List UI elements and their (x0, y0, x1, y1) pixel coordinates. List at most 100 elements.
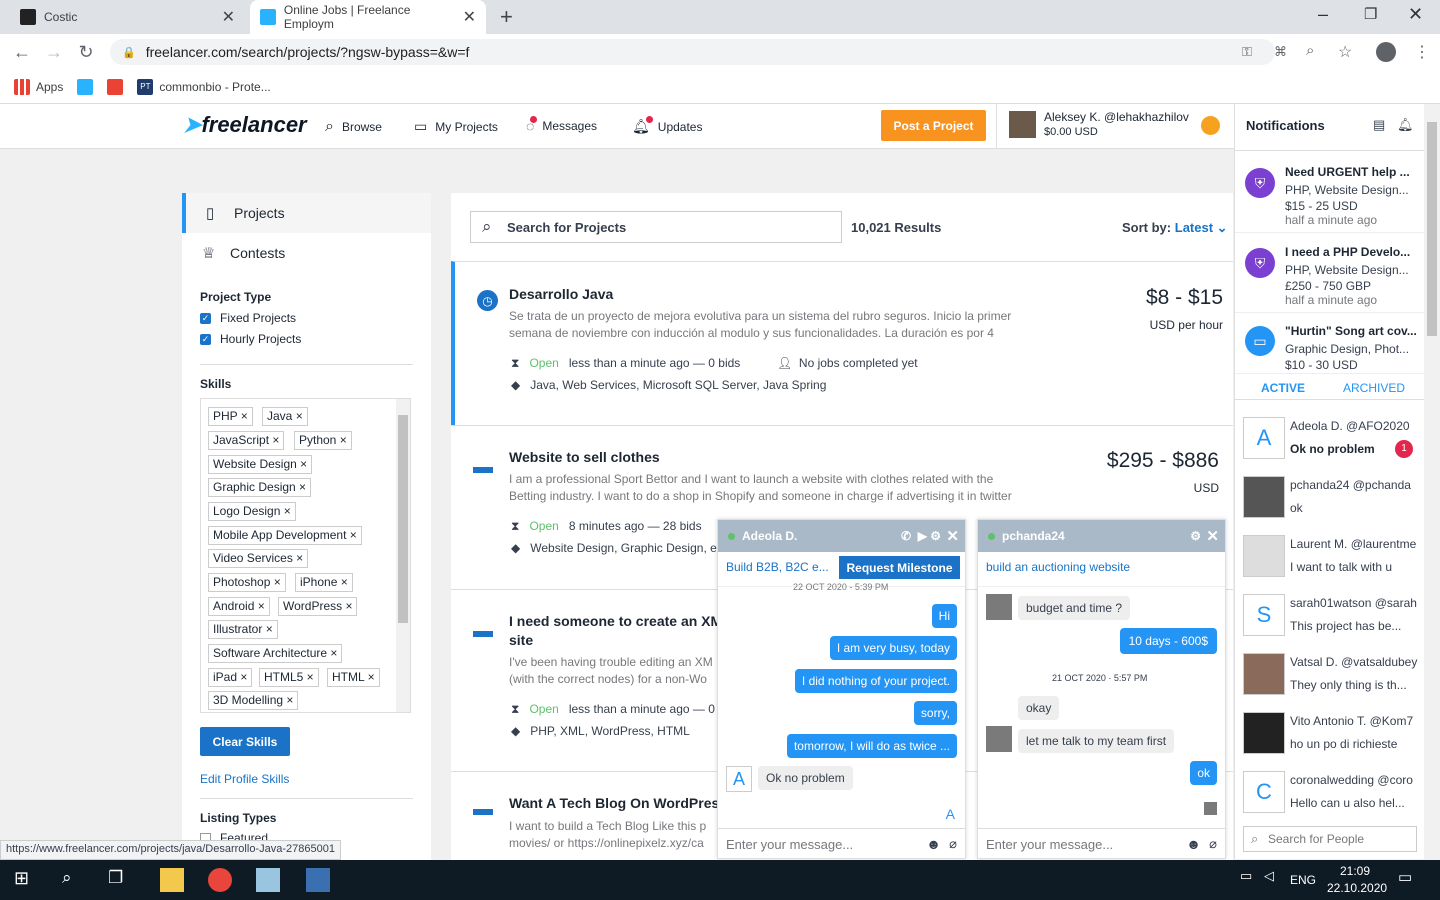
skill-chip[interactable]: Java × (262, 407, 308, 426)
chat-message-input[interactable]: Enter your message... (986, 837, 1113, 852)
skill-chip[interactable]: 3D Modelling × (208, 691, 299, 710)
zoom-icon[interactable]: ⌕ (1306, 42, 1314, 59)
fixed-projects-checkbox[interactable]: ✓ Fixed Projects (200, 311, 296, 325)
file-explorer-icon[interactable] (160, 868, 184, 892)
close-icon[interactable]: ✕ (1206, 527, 1219, 545)
windows-start-icon[interactable]: ⊞ (14, 868, 38, 892)
close-tab-icon[interactable]: ✕ (222, 7, 235, 27)
profile-icon[interactable] (1376, 42, 1396, 62)
forward-icon[interactable]: → (42, 42, 66, 63)
emoji-icon[interactable]: ☻ (1186, 836, 1201, 852)
inbox-icon[interactable]: ▤ (1373, 117, 1385, 133)
skill-chip[interactable]: iPhone × (295, 573, 353, 592)
app-icon[interactable] (306, 868, 330, 892)
bookmark-commonbio[interactable]: PT commonbio - Prote... (137, 78, 271, 95)
search-people-input[interactable]: ⌕ Search for People (1243, 826, 1417, 852)
attach-icon[interactable]: ⌀ (1209, 836, 1217, 852)
contact-item[interactable]: Laurent M. @laurentme I want to talk wit… (1235, 527, 1425, 585)
bell-icon[interactable]: 🔔︎ (1397, 117, 1414, 133)
skill-chip[interactable]: Illustrator × (208, 620, 278, 639)
volume-muted-icon[interactable]: ◁ (1264, 868, 1288, 892)
gear-icon[interactable]: ⚙ (930, 529, 941, 543)
chat-project-link[interactable]: Build B2B, B2C e... (726, 560, 829, 574)
project-title[interactable]: Website to sell clothes (509, 449, 660, 465)
tab-active[interactable]: ACTIVE (1261, 381, 1305, 395)
close-tab-icon[interactable]: ✕ (463, 7, 476, 27)
hourly-projects-checkbox[interactable]: ✓ Hourly Projects (200, 332, 301, 346)
skill-chip[interactable]: Website Design × (208, 455, 313, 474)
notification-item[interactable]: ⛨ Need URGENT help ... PHP, Website Desi… (1235, 156, 1425, 233)
skill-chip[interactable]: Software Architecture × (208, 644, 343, 663)
chat-message-input[interactable]: Enter your message... (726, 837, 853, 852)
skill-chip[interactable]: WordPress × (278, 597, 358, 616)
nav-browse[interactable]: ⌕ Browse (325, 118, 382, 136)
chat-window-pchanda[interactable]: pchanda24 ⚙ ✕ build an auctioning websit… (977, 519, 1226, 859)
emoji-icon[interactable]: ☻ (926, 836, 941, 852)
project-title[interactable]: Want A Tech Blog On WordPress (509, 795, 727, 811)
skill-chip[interactable]: iPad × (208, 668, 253, 687)
user-avatar[interactable] (1009, 111, 1036, 138)
clear-skills-button[interactable]: Clear Skills (200, 727, 290, 756)
attach-icon[interactable]: ⌀ (949, 836, 957, 852)
request-milestone-button[interactable]: Request Milestone (839, 556, 960, 579)
phone-icon[interactable]: ✆ (901, 529, 911, 543)
minimize-icon[interactable]: – (1318, 4, 1328, 25)
skill-chip[interactable]: PHP × (208, 407, 253, 426)
scrollbar-thumb[interactable] (398, 415, 408, 623)
contact-item[interactable]: C coronalwedding @coro Hello can u also … (1235, 763, 1425, 821)
network-icon[interactable]: ▭ (1240, 868, 1264, 892)
skill-chip[interactable]: Mobile App Development × (208, 526, 362, 545)
nav-updates[interactable]: 🔔︎ Updates (632, 116, 702, 135)
chat-project-link[interactable]: build an auctioning website (986, 560, 1130, 574)
tab-archived[interactable]: ARCHIVED (1343, 381, 1405, 395)
skills-scrollbar[interactable] (396, 399, 410, 712)
chat-window-adeola[interactable]: Adeola D. ✆ ▶ ⚙ ✕ Build B2B, B2C e... Re… (717, 519, 966, 859)
clock-time[interactable]: 21:09 (1340, 864, 1370, 878)
skill-chip[interactable]: HTML × (327, 668, 380, 687)
post-project-button[interactable]: Post a Project (881, 110, 986, 141)
sort-dropdown[interactable]: Sort by: Latest ⌄ (1122, 220, 1228, 236)
browser-tab-freelancer[interactable]: Online Jobs | Freelance Employm ✕ (250, 0, 486, 34)
project-card[interactable]: ◷ Desarrollo Java Se trata de un proyect… (451, 261, 1233, 425)
page-scrollbar[interactable] (1424, 104, 1440, 860)
skill-chip[interactable]: Video Services × (208, 549, 309, 568)
skill-chip[interactable]: Photoshop × (208, 573, 286, 592)
contact-item[interactable]: Vatsal D. @vatsaldubey They only thing i… (1235, 645, 1425, 703)
clock-date[interactable]: 22.10.2020 (1327, 881, 1387, 895)
browser-tab-costic[interactable]: Costic ✕ (10, 0, 245, 34)
language-indicator[interactable]: ENG (1290, 873, 1316, 887)
skills-list[interactable]: PHP × Java × JavaScript × Python × Websi… (200, 398, 411, 713)
close-window-icon[interactable]: ✕ (1408, 4, 1423, 25)
bookmark-gmail[interactable] (107, 78, 124, 95)
notification-item[interactable]: ▭ "Hurtin" Song art cov... Graphic Desig… (1235, 316, 1425, 374)
task-view-icon[interactable]: ❐ (108, 868, 132, 892)
new-tab-icon[interactable]: + (500, 4, 513, 30)
project-title[interactable]: I need someone to create an XM (509, 613, 722, 629)
scrollbar-thumb[interactable] (1427, 122, 1437, 336)
skill-chip[interactable]: Android × (208, 597, 270, 616)
contact-item[interactable]: S sarah01watson @sarah This project has … (1235, 586, 1425, 644)
project-title-line2[interactable]: site (509, 632, 533, 648)
freelancer-logo[interactable]: ➤freelancer (183, 112, 307, 138)
tab-projects[interactable]: ▯ Projects (182, 193, 431, 233)
key-icon[interactable]: ⚿ (1242, 44, 1252, 60)
user-name[interactable]: Aleksey K. @lehakhazhilov (1044, 110, 1189, 124)
bookmark-freelancer[interactable] (77, 78, 94, 95)
back-icon[interactable]: ← (10, 42, 34, 63)
project-search-input[interactable]: ⌕ Search for Projects (470, 211, 842, 243)
contact-item[interactable]: Vito Antonio T. @Kom7 ho un po di richie… (1235, 704, 1425, 762)
edit-profile-skills-link[interactable]: Edit Profile Skills (200, 772, 289, 786)
contact-item[interactable]: A Adeola D. @AFO2020 Ok no problem 1 (1235, 409, 1425, 467)
address-bar[interactable]: 🔒 freelancer.com/search/projects/?ngsw-b… (110, 39, 1275, 65)
skill-chip[interactable]: Python × (294, 431, 352, 450)
skill-chip[interactable]: JavaScript × (208, 431, 285, 450)
restore-icon[interactable]: ❐ (1364, 5, 1377, 23)
video-icon[interactable]: ▶ (918, 529, 927, 543)
chat-header[interactable]: Adeola D. ✆ ▶ ⚙ ✕ (718, 520, 965, 552)
bookmark-star-icon[interactable]: ☆ (1338, 42, 1352, 62)
contact-item[interactable]: pchanda24 @pchanda ok (1235, 468, 1425, 526)
gear-icon[interactable]: ⚙ (1190, 529, 1201, 543)
notification-item[interactable]: ⛨ I need a PHP Develo... PHP, Website De… (1235, 236, 1425, 313)
close-icon[interactable]: ✕ (946, 527, 959, 545)
chat-header[interactable]: pchanda24 ⚙ ✕ (978, 520, 1225, 552)
